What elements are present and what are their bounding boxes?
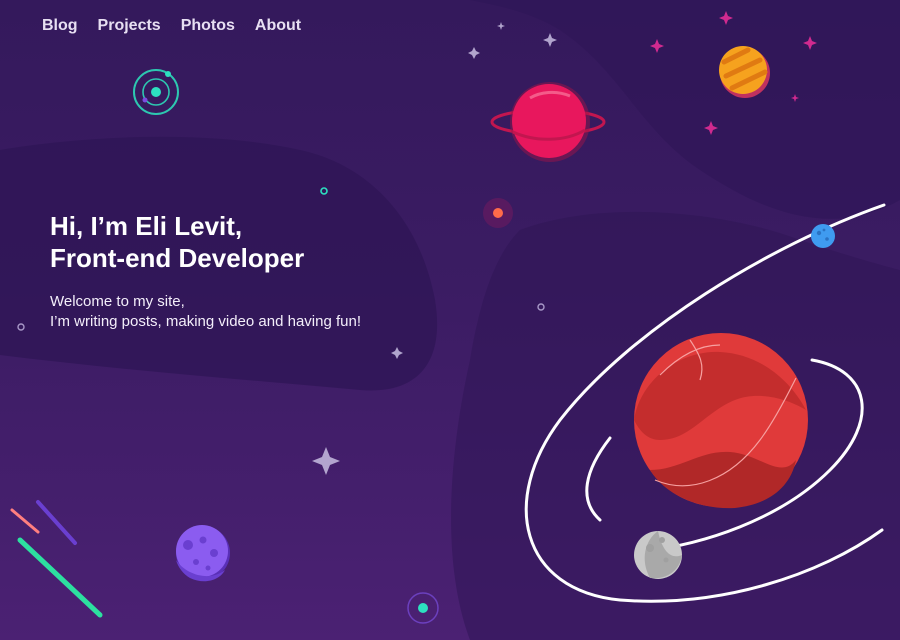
hero-subtitle: Welcome to my site, I’m writing posts, m…	[50, 292, 361, 332]
nav-link-projects[interactable]: Projects	[98, 17, 161, 35]
hero-subtitle-line1: Welcome to my site,	[50, 293, 185, 310]
pink-planet	[490, 82, 606, 162]
hero-title-line1: Hi, I’m Eli Levit,	[50, 211, 243, 241]
nav-link-blog[interactable]: Blog	[42, 17, 78, 35]
shooting-star	[17, 537, 103, 618]
hero-title: Hi, I’m Eli Levit, Front-end Developer	[50, 210, 361, 274]
hero-subtitle-line2: I’m writing posts, making video and havi…	[50, 313, 361, 330]
purple-planet	[176, 525, 230, 582]
teal-dot	[407, 592, 439, 624]
red-planet	[634, 333, 808, 509]
blue-planet	[811, 224, 835, 248]
hero-title-line2: Front-end Developer	[50, 243, 305, 273]
nav-link-about[interactable]: About	[255, 17, 301, 35]
hero: Hi, I’m Eli Levit, Front-end Developer W…	[50, 210, 361, 332]
orbit-logo-icon	[133, 69, 179, 115]
main-nav: Blog Projects Photos About	[42, 17, 321, 35]
orange-dot	[483, 198, 513, 228]
gray-moon	[634, 531, 682, 579]
nav-link-photos[interactable]: Photos	[181, 17, 235, 35]
shooting-star	[10, 508, 40, 534]
shooting-star	[36, 500, 77, 545]
